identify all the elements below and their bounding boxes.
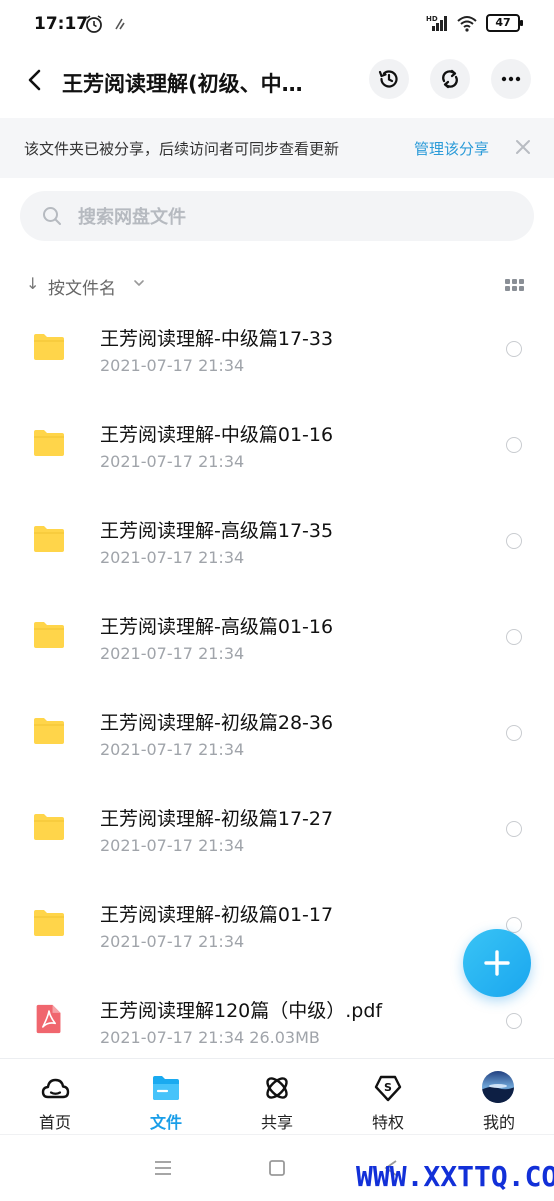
menu-icon[interactable] — [152, 1157, 174, 1179]
file-meta: 2021-07-17 21:34 — [100, 644, 245, 663]
nav-label: 文件 — [149, 1113, 182, 1132]
watermark: WWW.XXTTQ.COM — [356, 1160, 554, 1193]
file-meta: 2021-07-17 21:34 — [100, 932, 245, 951]
sync-icon — [442, 69, 458, 89]
file-list-item[interactable]: 王芳阅读理解-高级篇01-16 2021-07-17 21:34 — [0, 590, 554, 686]
file-name: 王芳阅读理解-中级篇17-33 — [100, 328, 334, 350]
header: 王芳阅读理解(初级、中… — [0, 52, 554, 114]
sort-bar: ↓ 按文件名 — [0, 268, 554, 304]
file-list-item[interactable]: 王芳阅读理解120篇（中级）.pdf 2021-07-17 21:34 26.0… — [0, 974, 554, 1070]
select-radio[interactable] — [506, 629, 522, 645]
search-bar[interactable] — [20, 191, 534, 241]
search-input[interactable] — [76, 203, 500, 231]
select-radio[interactable] — [506, 725, 522, 741]
file-name: 王芳阅读理解-初级篇01-17 — [100, 904, 334, 926]
folder-icon — [34, 718, 64, 744]
file-meta: 2021-07-17 21:34 — [100, 548, 245, 567]
close-icon[interactable] — [512, 136, 534, 158]
status-bar: 17:17 HD 47 — [0, 0, 554, 52]
status-time: 17:17 — [34, 14, 89, 34]
folder-icon — [153, 1076, 179, 1100]
folder-icon — [34, 430, 64, 456]
sync-button[interactable] — [430, 59, 470, 99]
nav-item-share[interactable]: 共享 — [222, 1059, 332, 1135]
sort-direction-icon[interactable]: ↓ — [26, 274, 39, 293]
nav-item-privilege[interactable]: S 特权 — [333, 1059, 443, 1135]
file-list-item[interactable]: 王芳阅读理解-高级篇17-35 2021-07-17 21:34 — [0, 494, 554, 590]
nav-item-home[interactable]: 首页 — [0, 1059, 110, 1135]
signal-icon: HD — [426, 15, 447, 31]
history-button[interactable] — [369, 59, 409, 99]
home-square-icon[interactable] — [266, 1157, 288, 1179]
nav-item-me[interactable]: 我的 — [444, 1059, 554, 1135]
select-radio[interactable] — [506, 1013, 522, 1029]
file-list-item[interactable]: 王芳阅读理解-中级篇17-33 2021-07-17 21:34 — [0, 302, 554, 398]
file-meta: 2021-07-17 21:34 — [100, 836, 245, 855]
more-button[interactable] — [491, 59, 531, 99]
page-title: 王芳阅读理解(初级、中… — [62, 72, 303, 96]
history-icon — [378, 70, 398, 88]
pdf-icon — [36, 1004, 61, 1034]
share-notice-text: 该文件夹已被分享，后续访问者可同步查看更新 — [24, 140, 340, 158]
select-radio[interactable] — [506, 821, 522, 837]
file-meta: 2021-07-17 21:34 — [100, 356, 245, 375]
file-name: 王芳阅读理解-初级篇28-36 — [100, 712, 334, 734]
file-meta: 2021-07-17 21:34 — [100, 740, 245, 759]
share-banner: 该文件夹已被分享，后续访问者可同步查看更新 管理该分享 — [0, 118, 554, 178]
search-icon — [43, 207, 61, 225]
svg-text:HD: HD — [426, 15, 438, 23]
wifi-icon — [457, 16, 477, 32]
file-name: 王芳阅读理解-高级篇17-35 — [100, 520, 334, 542]
nav-label: 首页 — [38, 1113, 71, 1132]
grid-view-icon[interactable] — [505, 279, 525, 293]
select-radio[interactable] — [506, 341, 522, 357]
file-list-item[interactable]: 王芳阅读理解-初级篇28-36 2021-07-17 21:34 — [0, 686, 554, 782]
folder-icon — [34, 814, 64, 840]
folder-icon — [34, 910, 64, 936]
share-atom-icon — [266, 1077, 288, 1099]
alarm-icon — [86, 15, 102, 33]
nav-label: 共享 — [260, 1113, 293, 1132]
select-radio[interactable] — [506, 533, 522, 549]
manage-share-link[interactable]: 管理该分享 — [414, 138, 489, 159]
back-button[interactable] — [22, 66, 50, 94]
select-radio[interactable] — [506, 437, 522, 453]
folder-icon — [34, 334, 64, 360]
folder-icon — [34, 622, 64, 648]
add-button[interactable] — [463, 929, 531, 997]
file-name: 王芳阅读理解-高级篇01-16 — [100, 616, 334, 638]
nav-label: 特权 — [371, 1113, 404, 1132]
bottom-nav: 首页 文件 共享 S 特权 我的 — [0, 1058, 554, 1135]
cloud-icon — [41, 1078, 70, 1099]
file-name: 王芳阅读理解-初级篇17-27 — [100, 808, 334, 830]
nav-label: 我的 — [482, 1113, 515, 1132]
back-arrow-icon — [28, 69, 41, 91]
file-meta: 2021-07-17 21:34 26.03MB — [100, 1028, 320, 1047]
folder-icon — [34, 526, 64, 552]
avatar-icon — [482, 1071, 514, 1103]
file-name: 王芳阅读理解120篇（中级）.pdf — [100, 1000, 383, 1022]
chevron-down-icon[interactable] — [132, 276, 146, 290]
battery-indicator: 47 — [486, 14, 523, 32]
file-list-item[interactable]: 王芳阅读理解-初级篇17-27 2021-07-17 21:34 — [0, 782, 554, 878]
more-dots-icon — [501, 76, 521, 82]
plus-icon — [484, 950, 510, 976]
file-meta: 2021-07-17 21:34 — [100, 452, 245, 471]
file-name: 王芳阅读理解-中级篇01-16 — [100, 424, 334, 446]
notification-icon — [115, 18, 125, 30]
svg-text:S: S — [384, 1081, 392, 1094]
sort-by-name-button[interactable]: 按文件名 — [48, 274, 116, 299]
nav-item-files[interactable]: 文件 — [111, 1059, 221, 1135]
file-list-item[interactable]: 王芳阅读理解-中级篇01-16 2021-07-17 21:34 — [0, 398, 554, 494]
privilege-badge-icon: S — [374, 1075, 402, 1102]
